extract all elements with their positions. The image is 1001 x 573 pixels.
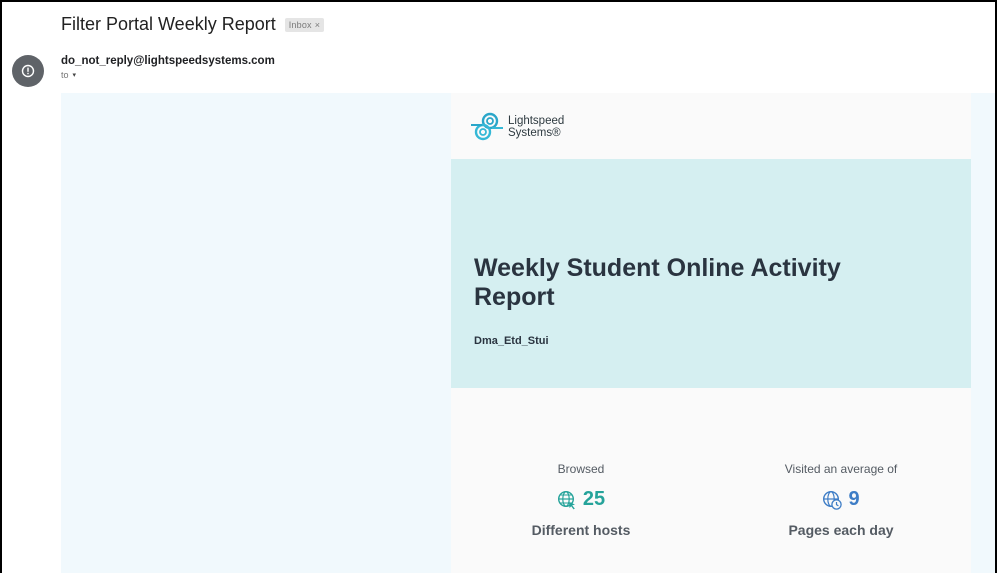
stat-caption: Visited an average of [784, 462, 898, 476]
lightspeed-logo-mark-icon [471, 112, 503, 141]
sender-avatar[interactable] [12, 55, 44, 87]
email-subject: Filter Portal Weekly Report [61, 14, 276, 34]
globe-clock-icon [823, 490, 843, 510]
organization-name: Dma_Etd_Stui [474, 335, 549, 347]
inbox-label-text: Inbox [288, 19, 312, 30]
stat-value: 25 [582, 488, 606, 510]
logo-line-1: Lightspeed [508, 115, 565, 127]
logo-wordmark: Lightspeed Systems® [508, 115, 564, 139]
email-header: Filter Portal Weekly Report Inbox × [61, 14, 325, 35]
sender-info: do_not_reply@lightspeedsystems.com to ▾ [61, 55, 275, 80]
inbox-label-chip[interactable]: Inbox × [284, 17, 325, 32]
lightspeed-logo: Lightspeed Systems® [470, 111, 564, 143]
recipient-row: to ▾ [61, 70, 275, 80]
stat-hosts: Browsed 25 Different hosts [451, 462, 711, 538]
stat-caption: Browsed [557, 462, 605, 476]
sender-address[interactable]: do_not_reply@lightspeedsystems.com [61, 55, 275, 67]
to-label: to [61, 70, 69, 80]
recipient-details-caret-icon[interactable]: ▾ [73, 71, 77, 79]
stat-label: Pages each day [788, 522, 894, 538]
stat-label: Different hosts [531, 522, 631, 538]
globe-icon [557, 490, 575, 509]
remove-label-icon[interactable]: × [315, 20, 320, 30]
stat-value-row: 25 [451, 488, 711, 511]
report-title: Weekly Student Online Activity Report [474, 254, 841, 311]
report-card: Lightspeed Systems® Weekly Student Onlin… [451, 93, 971, 573]
stat-pages: Visited an average of 9 Pages each day [711, 462, 971, 538]
alert-icon [21, 64, 35, 78]
report-banner: Weekly Student Online Activity Report Dm… [451, 159, 971, 388]
logo-line-2: Systems® [508, 127, 561, 139]
stat-value: 9 [848, 488, 860, 510]
stat-value-row: 9 [711, 488, 971, 511]
